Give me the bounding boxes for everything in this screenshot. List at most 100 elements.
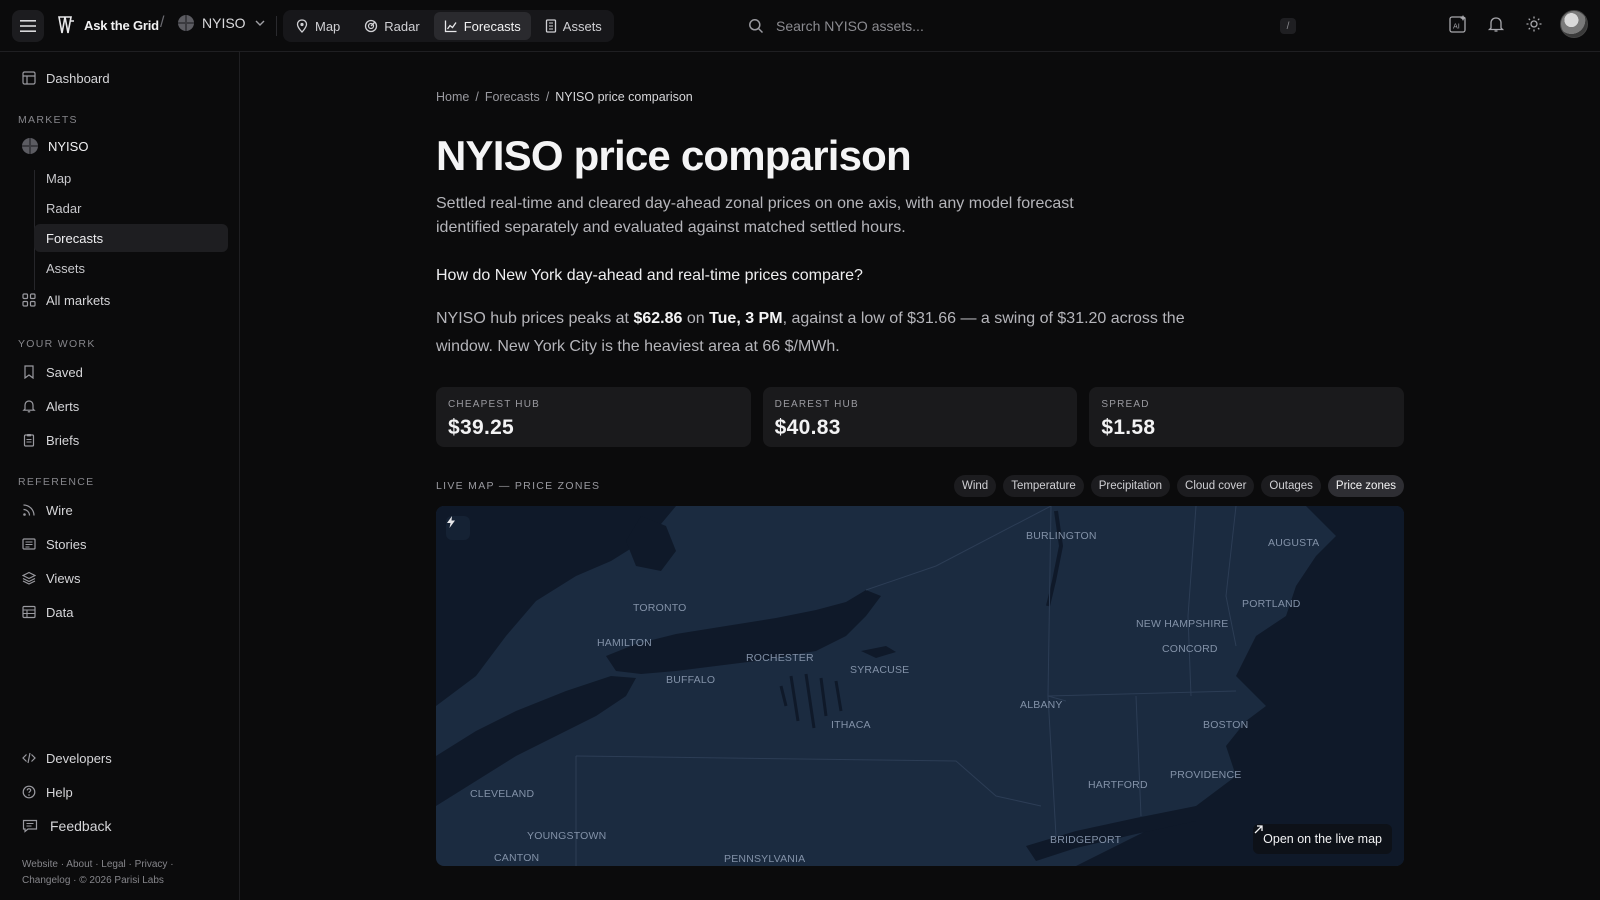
sidebar-item-radar[interactable]: Radar <box>34 194 228 222</box>
city-label: CLEVELAND <box>470 788 535 800</box>
sidebar-item-all-markets[interactable]: All markets <box>14 286 228 314</box>
sidebar-item-data[interactable]: Data <box>14 598 228 626</box>
sidebar-item-alerts[interactable]: Alerts <box>14 392 228 420</box>
sidebar-item-label: Dashboard <box>46 70 110 86</box>
live-map[interactable]: BURLINGTON AUGUSTA TORONTO PORTLAND NEW … <box>436 506 1404 866</box>
city-label: CANTON <box>494 852 540 864</box>
top-bar: Ask the Grid / NYISO Map Radar Forecasts… <box>0 0 1600 52</box>
tab-assets[interactable]: Assets <box>535 12 612 40</box>
layer-tab-outages[interactable]: Outages <box>1261 475 1321 497</box>
building-icon <box>545 19 556 33</box>
layer-tab-price-zones[interactable]: Price zones <box>1327 475 1404 497</box>
breadcrumb-separator: / <box>545 90 550 104</box>
city-label: HARTFORD <box>1088 779 1148 791</box>
tab-forecasts[interactable]: Forecasts <box>433 12 531 40</box>
logo-icon <box>58 16 74 34</box>
layer-tabs: Wind Temperature Precipitation Cloud cov… <box>953 475 1404 497</box>
tab-map-label: Map <box>315 18 341 34</box>
message-icon <box>22 819 38 833</box>
theme-toggle[interactable] <box>1522 12 1546 36</box>
sidebar-item-label: Alerts <box>46 398 80 414</box>
vt-nh-border <box>1187 506 1197 697</box>
sidebar-item-dashboard[interactable]: Dashboard <box>14 64 228 92</box>
oneida-lake <box>861 646 896 658</box>
kpi-cheapest-hub: CHEAPEST HUB $39.25 <box>436 387 751 447</box>
sidebar-item-wire[interactable]: Wire <box>14 496 228 524</box>
sidebar-item-views[interactable]: Views <box>14 564 228 592</box>
sidebar-item-feedback[interactable]: Feedback <box>14 812 228 840</box>
globe-icon <box>178 15 194 31</box>
city-label: SYRACUSE <box>850 664 910 676</box>
sidebar-item-help[interactable]: Help <box>14 778 228 806</box>
sidebar-item-forecasts[interactable]: Forecasts <box>34 224 228 252</box>
footer-links[interactable]: Website · About · Legal · Privacy · Chan… <box>22 857 174 889</box>
sidebar-item-briefs[interactable]: Briefs <box>14 426 228 454</box>
breadcrumb-home[interactable]: Home <box>436 90 469 104</box>
sidebar-item-label: Help <box>46 784 73 800</box>
notifications-button[interactable] <box>1484 12 1508 36</box>
search-shortcut-key: / <box>1280 18 1296 34</box>
sidebar-item-developers[interactable]: Developers <box>14 744 228 772</box>
canada-border <box>865 506 1052 591</box>
zone-toggle-button[interactable] <box>446 516 470 540</box>
city-label: HAMILTON <box>597 637 652 649</box>
grid-icon <box>22 293 36 307</box>
clipboard-icon <box>23 434 35 447</box>
market-selector[interactable]: NYISO <box>178 15 266 31</box>
sidebar-item-label: Briefs <box>46 432 80 448</box>
city-label: PROVIDENCE <box>1170 769 1242 781</box>
summary-part: on <box>682 310 710 327</box>
city-label: CONCORD <box>1162 643 1218 655</box>
tab-radar[interactable]: Radar <box>354 12 429 40</box>
rss-icon <box>23 504 35 516</box>
menu-button[interactable] <box>12 10 44 42</box>
divider <box>276 16 277 36</box>
layer-tab-cloud-cover[interactable]: Cloud cover <box>1177 475 1255 497</box>
map-basemap <box>436 506 1404 866</box>
city-label: ITHACA <box>831 719 871 731</box>
city-label: NEW HAMPSHIRE <box>1136 618 1229 630</box>
brand-link[interactable]: Ask the Grid <box>56 15 159 35</box>
search-input[interactable]: Search NYISO assets... <box>776 18 924 34</box>
sidebar-item-label: Data <box>46 604 74 620</box>
bell-icon <box>1487 17 1505 32</box>
code-icon <box>22 752 36 764</box>
ai-button[interactable]: AI <box>1446 12 1470 36</box>
ma-border <box>1047 690 1237 697</box>
help-icon <box>22 785 36 799</box>
bell-icon <box>22 400 36 413</box>
summary-peak-time: Tue, 3 PM <box>709 310 783 327</box>
kpi-value: $39.25 <box>448 416 515 439</box>
brand-separator: / <box>160 14 165 31</box>
kpi-label: SPREAD <box>1101 399 1150 410</box>
sidebar-item-label: Wire <box>46 502 73 518</box>
layer-tab-temperature[interactable]: Temperature <box>1003 475 1084 497</box>
tab-map[interactable]: Map <box>285 12 350 40</box>
city-label: BURLINGTON <box>1026 530 1097 542</box>
breadcrumb-current: NYISO price comparison <box>555 90 693 104</box>
sidebar-item-stories[interactable]: Stories <box>14 530 228 558</box>
layer-tab-wind[interactable]: Wind <box>953 475 997 497</box>
open-live-map-button[interactable]: Open on the live map <box>1253 824 1392 854</box>
sidebar-item-map[interactable]: Map <box>34 164 228 192</box>
sidebar-item-nyiso[interactable]: NYISO <box>14 132 228 160</box>
sidebar-item-saved[interactable]: Saved <box>14 358 228 386</box>
arrow-up-right-icon <box>1254 825 1263 834</box>
nav-tabs: Map Radar Forecasts Assets <box>283 10 614 42</box>
bookmark-icon <box>24 365 34 379</box>
search-bar[interactable]: Search NYISO assets... / <box>748 10 1304 42</box>
sun-icon <box>1526 16 1542 32</box>
sidebar-item-assets[interactable]: Assets <box>34 254 228 282</box>
city-label: PORTLAND <box>1242 598 1301 610</box>
breadcrumb-forecasts[interactable]: Forecasts <box>485 90 540 104</box>
newspaper-icon <box>22 538 36 550</box>
ct-border <box>1047 695 1142 837</box>
section-heading-reference: REFERENCE <box>18 476 95 488</box>
kpi-value: $40.83 <box>774 416 841 439</box>
layer-tab-precipitation[interactable]: Precipitation <box>1090 475 1171 497</box>
kpi-cards: CHEAPEST HUB $39.25 DEAREST HUB $40.83 S… <box>436 387 1405 447</box>
avatar[interactable] <box>1560 10 1588 38</box>
ai-icon: AI <box>1449 15 1466 33</box>
kpi-value: $1.58 <box>1101 416 1156 439</box>
dashboard-icon <box>22 71 36 85</box>
